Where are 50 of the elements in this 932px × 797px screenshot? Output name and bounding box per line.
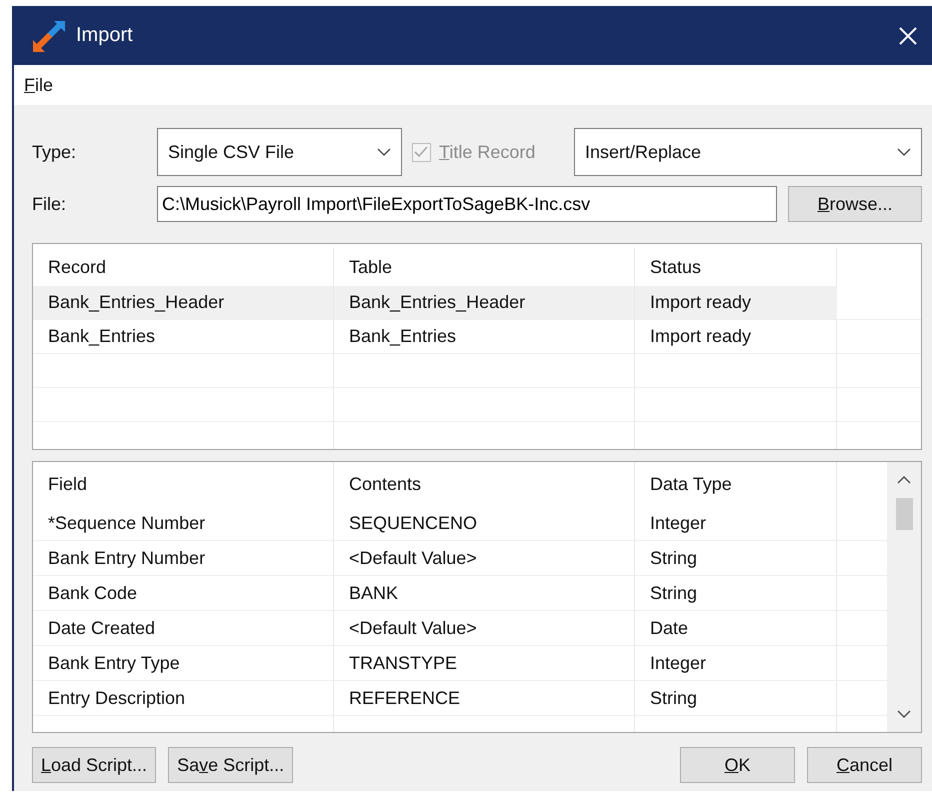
- scrollbar[interactable]: [887, 462, 921, 732]
- column-header[interactable]: Contents: [334, 462, 635, 506]
- table-cell: *Sequence Number: [33, 506, 334, 540]
- type-dropdown[interactable]: Single CSV File: [157, 128, 402, 176]
- column-header[interactable]: Data Type: [635, 462, 837, 506]
- column-header[interactable]: Field: [33, 462, 334, 506]
- table-cell: REFERENCE: [334, 681, 635, 715]
- script-button[interactable]: Save Script...: [168, 747, 294, 783]
- table-cell: Integer: [635, 506, 837, 540]
- table-cell: Bank_Entries_Header: [334, 286, 635, 319]
- table-cell: Bank Code: [33, 576, 334, 610]
- type-label: Type:: [32, 142, 78, 162]
- scroll-up-icon[interactable]: [897, 476, 911, 484]
- table-cell: Import ready: [635, 320, 837, 353]
- mode-dropdown[interactable]: Insert/Replace: [574, 128, 922, 176]
- dialog-button[interactable]: OK: [680, 747, 795, 783]
- browse-button[interactable]: Browse...: [788, 186, 922, 222]
- script-button[interactable]: Load Script...: [32, 747, 156, 783]
- table-cell: TRANSTYPE: [334, 646, 635, 680]
- menu-item[interactable]: File: [24, 74, 54, 96]
- table-cell: <Default Value>: [334, 541, 635, 575]
- table-row[interactable]: Bank_Entries_Header Bank_Entries_Header Import ready: [33, 286, 921, 320]
- table-cell: SEQUENCENO: [334, 506, 635, 540]
- file-label: File:: [32, 194, 68, 214]
- table-cell: Bank_Entries: [334, 320, 635, 353]
- table-cell: Bank Entry Number: [33, 541, 334, 575]
- table-cell: Bank_Entries_Header: [33, 286, 334, 319]
- table-cell: String: [635, 541, 837, 575]
- table-cell: Bank Entry Type: [33, 646, 334, 680]
- table-cell: String: [635, 681, 837, 715]
- arrows-icon: [32, 18, 66, 52]
- close-icon[interactable]: [898, 26, 918, 46]
- table-cell: <Default Value>: [334, 611, 635, 645]
- table-cell: Entry Description: [33, 681, 334, 715]
- table-cell: Date: [635, 611, 837, 645]
- check-icon: [413, 144, 429, 160]
- scroll-thumb[interactable]: [896, 498, 912, 530]
- chevron-down-icon: [377, 148, 391, 156]
- file-path-field[interactable]: C:\Musick\Payroll Import\FileExportToSageBK-Inc.csv: [157, 186, 777, 222]
- table-cell-text: Import ready: [649, 291, 752, 314]
- table-cell: Date Created: [33, 611, 334, 645]
- scroll-down-icon[interactable]: [897, 710, 911, 718]
- table-cell: BANK: [334, 576, 635, 610]
- table-cell: String: [635, 576, 837, 610]
- table-cell: Bank_Entries: [33, 320, 334, 353]
- dialog-button[interactable]: Cancel: [807, 747, 922, 783]
- window-title: Import: [76, 24, 134, 47]
- chevron-down-icon: [897, 148, 911, 156]
- table-cell: Integer: [635, 646, 837, 680]
- table-row[interactable]: Bank_Entries Bank_Entries Import ready: [33, 320, 921, 354]
